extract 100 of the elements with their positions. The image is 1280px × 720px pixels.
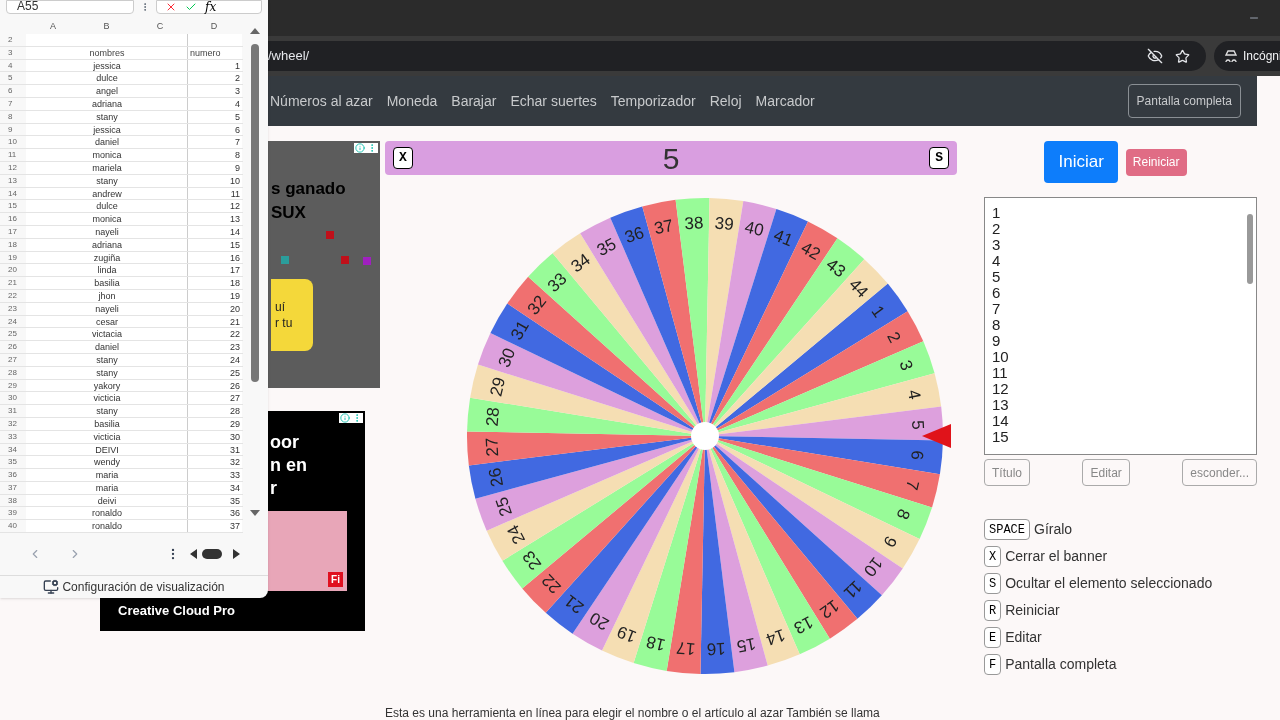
row-number: 5 [7,72,14,85]
segment-label: 27 [482,437,503,458]
row-number: 20 [7,264,18,277]
nav-link[interactable]: Marcador [755,90,815,112]
row-number: 38 [7,494,18,507]
hide-key[interactable]: S [929,147,949,169]
scrollbar-thumb[interactable] [251,44,259,382]
table-cell: stany [96,110,118,123]
ad-cta-button[interactable]: uí r tu [271,279,313,351]
scroll-down-icon[interactable] [250,510,260,516]
table-cell: victicia [93,392,121,405]
segment-label: 5 [908,419,928,431]
profile-pill[interactable]: Incógni [1214,41,1280,71]
bookmark-star-icon[interactable] [1175,48,1190,64]
list-item: 6 [992,285,1002,301]
table-cell: 12 [230,200,240,213]
table-cell: jessica [93,59,121,72]
shortcut-label: Cerrar el banner [1005,547,1108,566]
row-number: 9 [7,123,14,136]
segment-label: 14 [763,624,788,650]
function-label[interactable]: fx [205,1,217,13]
table-cell: 33 [230,469,240,481]
table-cell: 11 [230,187,240,200]
segment-label: 31 [507,317,533,344]
cell-reference-field[interactable]: A55 [6,0,134,14]
table-cell: 36 [230,507,240,520]
column-header[interactable]: D [187,20,241,34]
incognito-icon [1224,50,1238,62]
table-cell: 25 [230,366,240,379]
table-cell: stany [96,405,118,417]
row-number: 12 [7,161,18,174]
column-header[interactable]: C [133,20,187,34]
table-cell: 21 [230,315,240,328]
table-cell: 27 [230,392,240,405]
nav-link[interactable]: Moneda [386,90,438,112]
nav-link[interactable]: Reloj [709,90,742,112]
scroll-up-icon[interactable] [250,28,260,34]
row-number: 37 [7,481,18,494]
table-cell: dulce [96,72,118,85]
column-header[interactable]: A [26,20,80,34]
eye-off-icon[interactable] [1147,48,1163,64]
row-number: 15 [7,200,18,213]
table-cell: deivi [97,494,117,507]
nav-link[interactable]: Barajar [451,90,497,112]
cancel-icon[interactable] [165,1,177,13]
row-number: 19 [7,251,18,264]
fullscreen-button[interactable]: Pantalla completa [1127,84,1241,118]
row-number: 40 [7,520,18,533]
segment-label: 7 [901,478,923,493]
segment-label: 40 [742,217,766,241]
row-number: 34 [7,443,18,456]
table-cell: 34 [230,481,240,494]
nav-link[interactable]: Temporizador [610,90,696,112]
table-cell: adriana [92,98,122,110]
table-cell: adriana [92,238,122,251]
row-number: 22 [7,289,18,302]
outline-button[interactable]: esconder... [1182,459,1257,486]
ad-button-text: r tu [275,315,294,331]
row-number: 13 [7,174,18,187]
row-number: 2 [7,34,14,46]
confirm-icon[interactable] [185,1,197,13]
segment-label: 36 [622,222,647,248]
column-header[interactable]: B [80,20,133,34]
items-textarea[interactable]: 1 2 3 4 5 6 7 8 9 10 11 12 13 14 15 [984,197,1257,455]
table-cell: mariela [92,161,122,174]
close-key[interactable]: X [393,147,413,169]
outline-button[interactable]: Título [984,459,1030,486]
nav-link[interactable]: Números al azar [270,90,373,112]
table-cell: 7 [235,136,240,149]
list-item: 13 [992,397,1010,413]
start-button[interactable]: Iniciar [1044,141,1118,183]
scrollbar[interactable] [1247,214,1253,284]
display-settings-icon[interactable] [43,578,60,595]
segment-label: 17 [675,637,697,659]
segment-label: 9 [879,532,901,551]
segment-label: 29 [486,375,510,399]
row-number: 11 [7,149,18,161]
table-cell: 23 [230,341,240,353]
row-number: 10 [7,136,18,149]
display-settings-link[interactable]: Configuración de visualización [62,577,225,596]
shortcut-key: S [984,573,1002,594]
segment-label: 28 [482,406,504,428]
table-cell: andrew [92,187,122,200]
row-number: 39 [7,507,18,520]
segment-label: 18 [644,631,668,655]
table-cell: 6 [235,123,240,136]
row-number: 30 [7,392,18,405]
row-number: 24 [7,315,18,328]
table-cell: 19 [230,289,240,302]
address-bar[interactable]: /wheel/ [268,41,1206,71]
sheet-scroll-icon[interactable] [190,547,240,560]
list-item: 4 [992,253,1002,269]
table-cell: 31 [230,443,240,456]
table-cell: daniel [95,136,119,149]
row-number: 25 [7,328,18,341]
row-number: 21 [7,277,18,289]
segment-label: 16 [706,638,727,659]
nav-link[interactable]: Echar suertes [510,90,597,112]
segment-label: 3 [895,357,917,373]
row-number: 32 [7,417,18,430]
